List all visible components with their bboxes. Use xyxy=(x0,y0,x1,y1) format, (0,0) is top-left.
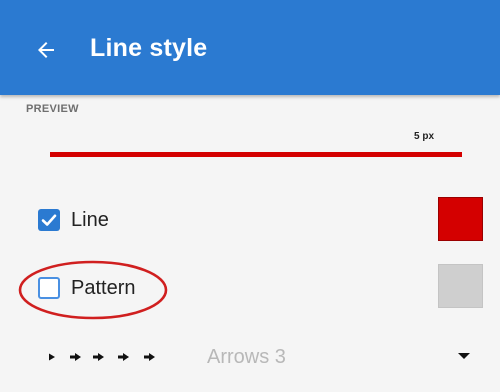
checkmark-icon xyxy=(41,214,57,226)
line-preview xyxy=(50,152,462,157)
arrows-selector-row[interactable]: Arrows 3 xyxy=(0,330,500,386)
app-bar: Line style xyxy=(0,0,500,95)
back-button[interactable] xyxy=(26,30,66,70)
line-option-label: Line xyxy=(71,209,109,231)
line-width-label: 5 px xyxy=(414,131,435,142)
page-title: Line style xyxy=(90,34,208,62)
arrows-style-value: Arrows 3 xyxy=(207,346,286,368)
arrows-pattern-icon xyxy=(49,353,155,361)
line-option-row[interactable]: Line xyxy=(0,193,500,249)
preview-section-label: PREVIEW xyxy=(26,103,79,115)
pattern-color-swatch[interactable] xyxy=(438,264,483,308)
caret-down-icon[interactable] xyxy=(452,346,476,366)
arrow-left-icon xyxy=(38,42,54,58)
line-checkbox[interactable] xyxy=(38,209,60,231)
pattern-option-label: Pattern xyxy=(71,277,136,299)
pattern-option-row[interactable]: Pattern xyxy=(0,261,500,317)
line-color-swatch[interactable] xyxy=(438,197,483,241)
pattern-checkbox[interactable] xyxy=(38,277,60,299)
